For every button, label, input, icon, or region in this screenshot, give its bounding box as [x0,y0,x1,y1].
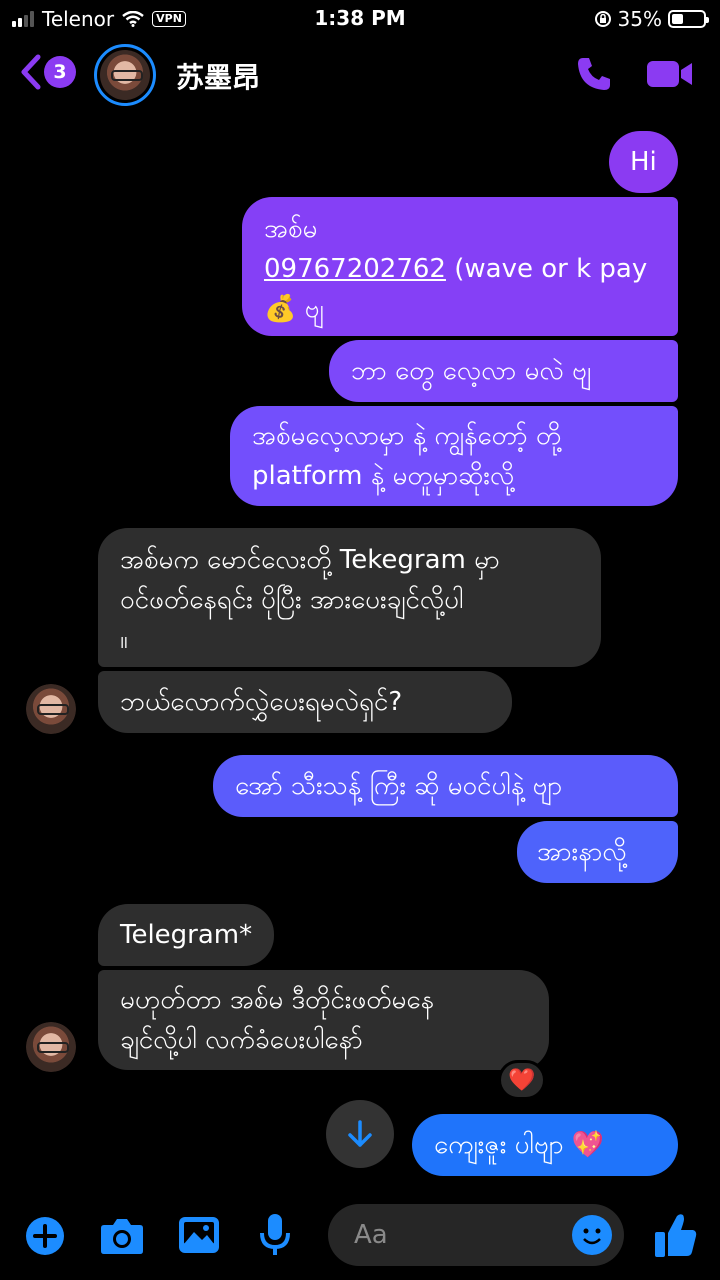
unread-count-badge: 3 [44,56,76,88]
message-text: ဘာ တွေ လေ့လာ မလဲ ဗျ [351,356,591,386]
message-text: အားနာလို့ [537,837,627,867]
composer-bar [0,1200,720,1272]
message-text: (wave or k pay [445,254,648,284]
message-text: Telegram* [120,920,253,950]
message-text: ချင်လို့ပါ လက်ခံပေးပါနော် [120,1025,363,1055]
battery-percent: 35% [617,7,662,31]
thumbs-up-icon[interactable] [654,1212,698,1258]
status-right: 35% [594,7,709,31]
message-composer[interactable] [328,1204,624,1266]
back-button[interactable]: 3 [20,54,76,90]
camera-icon[interactable] [100,1217,144,1255]
message-text: အစ်မ [264,214,318,244]
message-incoming[interactable]: ဘယ်လောက်လွှဲပေးရမလဲရှင်? [98,671,512,733]
status-bar: Telenor VPN 1:38 PM 35% [0,0,720,36]
plus-circle-icon[interactable] [25,1216,65,1256]
contact-avatar[interactable] [94,44,156,106]
message-outgoing[interactable]: အစ်မ 09767202762 (wave or k pay 💰 ဗျ [242,197,678,336]
battery-fill [672,14,683,24]
message-text: ဘယ်လောက်လွှဲပေးရမလဲရှင်? [120,687,403,717]
message-input[interactable] [354,1204,574,1266]
avatar-photo [100,50,150,100]
message-text: အစ်မက မောင်လေးတို့ Tekegram မှာ [120,545,500,575]
phone-number-link[interactable]: 09767202762 [264,254,446,284]
chevron-left-icon [21,54,41,90]
message-incoming[interactable]: မဟုတ်တာ အစ်မ ဒီတိုင်းဖတ်မနေ ချင်လို့ပါ လ… [98,970,549,1070]
contact-name[interactable]: 苏墨昂 [176,56,260,96]
contact-avatar-small[interactable] [26,684,76,734]
arrow-down-icon [348,1120,372,1147]
message-outgoing[interactable]: အော် သီးသန့် ကြီး ဆို မဝင်ပါနဲ့ ဗျာ [213,755,678,817]
microphone-icon[interactable] [258,1213,292,1257]
gallery-icon[interactable] [178,1216,220,1254]
message-text: platform နဲ့ မတူမှာဆိုးလို့ [252,461,515,491]
message-text: အော် သီးသန့် ကြီး ဆို မဝင်ပါနဲ့ ဗျာ [235,771,563,801]
sparkling-heart-emoji: 💖 [571,1130,605,1160]
message-text: ဝင်ဖတ်နေရင်း ပိုပြီး အားပေးချင်လို့ပါ [120,585,464,615]
money-bag-emoji: 💰 [264,294,297,324]
message-outgoing[interactable]: Hi [609,131,678,193]
message-text: Hi [630,147,657,177]
orientation-lock-icon [594,11,611,27]
conversation-header: 3 苏墨昂 [0,38,720,110]
message-incoming[interactable]: Telegram* [98,904,274,966]
scroll-to-bottom-button[interactable] [326,1100,394,1168]
message-incoming[interactable]: အစ်မက မောင်လေးတို့ Tekegram မှာ ဝင်ဖတ်နေ… [98,528,601,667]
phone-call-icon[interactable] [574,54,614,94]
message-text: ။ [120,625,128,655]
message-outgoing[interactable]: ကျေးဇူး ပါဗျာ 💖 [412,1114,678,1176]
message-outgoing[interactable]: ဘာ တွေ လေ့လာ မလဲ ဗျ [329,340,678,402]
avatar-photo [26,1022,76,1072]
emoji-icon[interactable] [572,1215,612,1255]
message-outgoing[interactable]: အားနာလို့ [517,821,678,883]
avatar-photo [26,684,76,734]
message-outgoing[interactable]: အစ်မလေ့လာမှာ နဲ့ ကျွန်တော့် တို့ platfor… [230,406,678,506]
battery-icon [668,10,709,28]
message-text: ကျေးဇူး ပါဗျာ [434,1130,564,1160]
message-text: အစ်မလေ့လာမှာ နဲ့ ကျွန်တော့် တို့ [252,421,562,451]
contact-avatar-small[interactable] [26,1022,76,1072]
heart-reaction[interactable]: ❤️ [498,1060,546,1100]
video-call-icon[interactable] [646,58,694,90]
message-text: ဗျ [296,294,324,324]
message-text: မဟုတ်တာ အစ်မ ဒီတိုင်းဖတ်မနေ [120,985,434,1015]
